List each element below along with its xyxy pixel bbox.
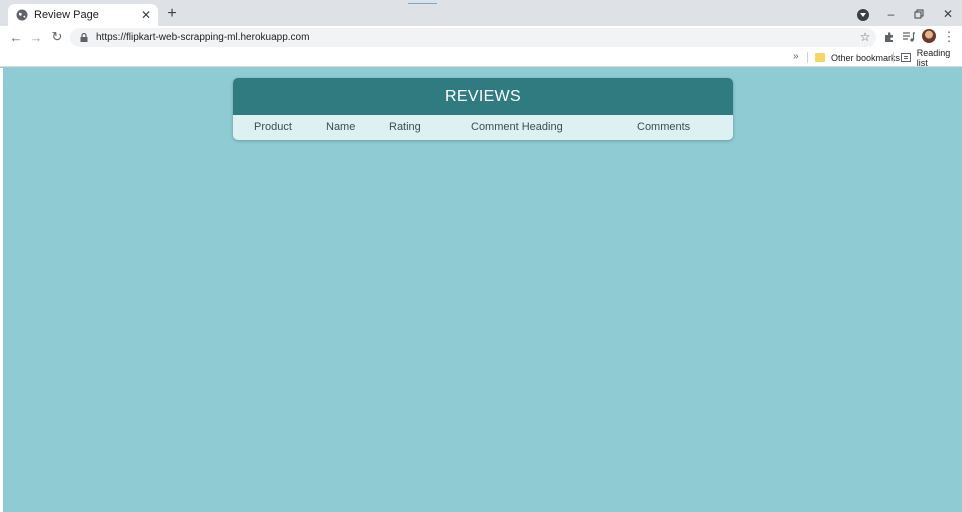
tab-strip: Review Page ✕ + – ✕ bbox=[0, 0, 962, 26]
menu-icon[interactable]: ⋮ bbox=[941, 29, 957, 45]
bookmark-reading-list[interactable]: Reading list bbox=[901, 47, 962, 68]
window-close-icon[interactable]: ✕ bbox=[940, 6, 956, 22]
browser-tab[interactable]: Review Page ✕ bbox=[8, 4, 158, 26]
reading-list-icon bbox=[901, 53, 911, 62]
bookmark-label: Reading list bbox=[916, 47, 951, 68]
tab-strip-accent bbox=[408, 3, 437, 4]
tab-title: Review Page bbox=[34, 9, 99, 21]
back-icon[interactable]: ← bbox=[8, 29, 24, 45]
bookmarks-overflow-button[interactable]: » bbox=[793, 51, 799, 62]
globe-icon bbox=[16, 9, 28, 21]
star-icon[interactable]: ☆ bbox=[857, 29, 873, 45]
column-header-product: Product bbox=[254, 121, 292, 133]
page-title: REVIEWS bbox=[445, 87, 521, 105]
folder-icon bbox=[815, 53, 825, 62]
new-tab-button[interactable]: + bbox=[165, 6, 179, 22]
bookmark-label: Other bookmarks bbox=[831, 52, 901, 63]
bookmarks-divider bbox=[807, 52, 808, 63]
window-edge bbox=[0, 68, 3, 512]
column-header-rating: Rating bbox=[389, 121, 421, 133]
url-text: https://flipkart-web-scrapping-ml.heroku… bbox=[96, 32, 310, 43]
reviews-header: REVIEWS bbox=[233, 78, 733, 115]
column-header-name: Name bbox=[326, 121, 356, 133]
extensions-icon[interactable] bbox=[881, 29, 897, 45]
restore-icon[interactable] bbox=[911, 6, 927, 22]
column-header-comments: Comments bbox=[637, 121, 691, 133]
bookmarks-divider bbox=[893, 52, 894, 63]
close-icon[interactable]: ✕ bbox=[139, 8, 153, 22]
bookmark-other-bookmarks[interactable]: Other bookmarks bbox=[815, 50, 900, 65]
address-bar[interactable]: https://flipkart-web-scrapping-ml.heroku… bbox=[70, 28, 876, 47]
tab-search-icon[interactable] bbox=[857, 9, 869, 21]
lock-icon bbox=[80, 33, 88, 42]
forward-icon[interactable]: → bbox=[28, 29, 44, 45]
column-header-row: Product Name Rating Comment Heading Comm… bbox=[233, 115, 733, 140]
media-icon[interactable] bbox=[901, 29, 917, 45]
minimize-icon[interactable]: – bbox=[883, 6, 899, 22]
reload-icon[interactable]: ↻ bbox=[49, 29, 65, 45]
reviews-table: REVIEWS Product Name Rating Comment Head… bbox=[233, 78, 733, 140]
browser-toolbar: ← → ↻ https://flipkart-web-scrapping-ml.… bbox=[0, 26, 962, 48]
bookmarks-bar: » Other bookmarks Reading list bbox=[0, 47, 962, 68]
avatar[interactable] bbox=[922, 29, 936, 43]
column-header-comment-heading: Comment Heading bbox=[471, 121, 563, 133]
